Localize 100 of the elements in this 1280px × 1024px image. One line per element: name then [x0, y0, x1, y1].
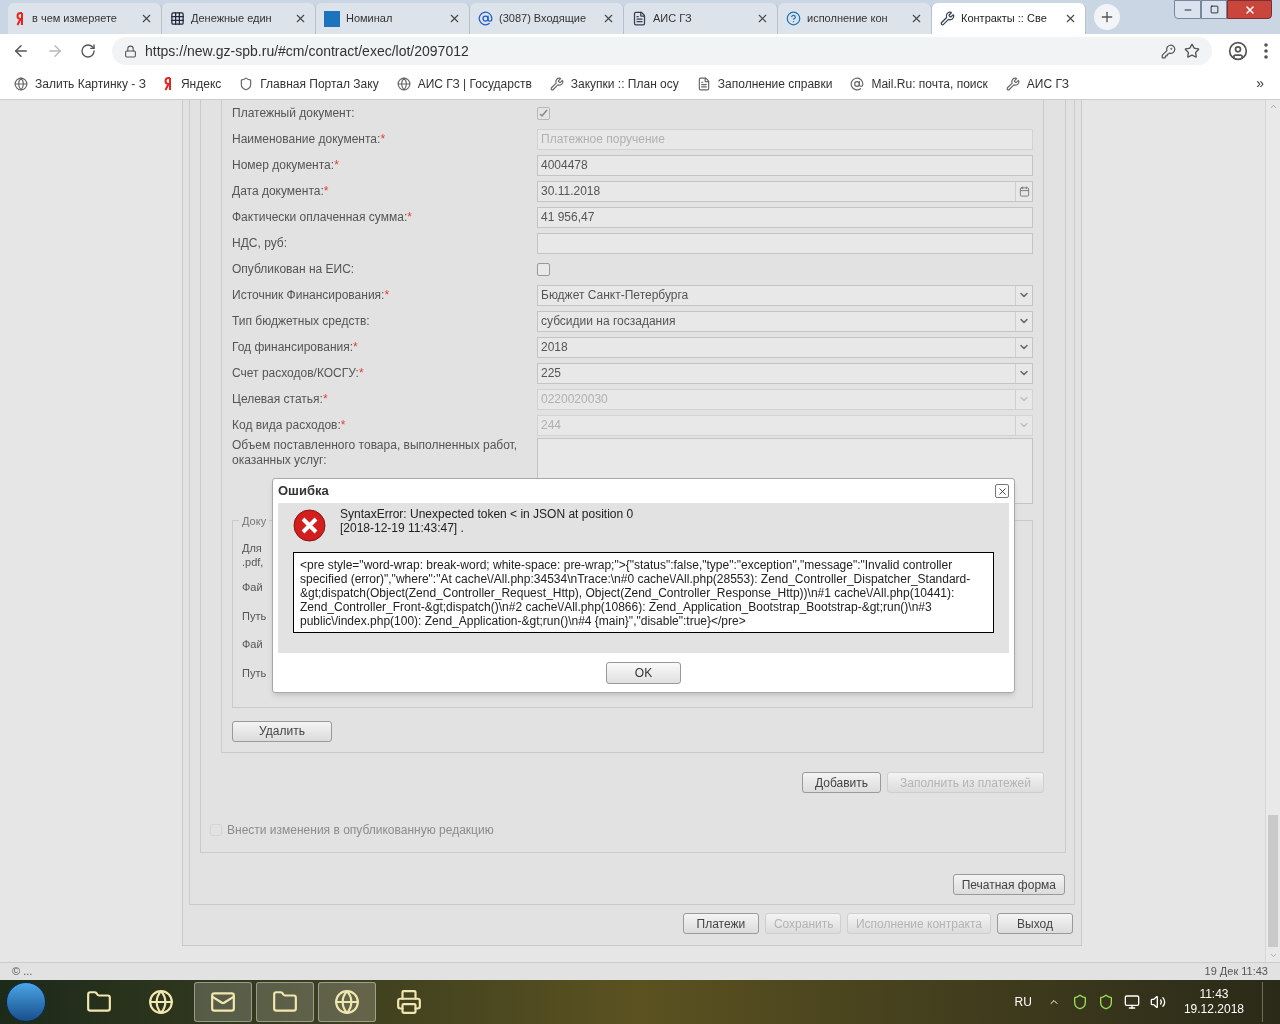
start-button[interactable]: [6, 982, 46, 1022]
dropdown-field[interactable]: Бюджет Санкт-Петербурга: [537, 284, 1033, 306]
close-icon: [1243, 3, 1256, 16]
bookmark-link[interactable]: Mail.Ru: почта, поиск: [850, 74, 988, 93]
new-tab-button[interactable]: [1094, 4, 1120, 30]
required-mark: *: [334, 157, 339, 172]
required-mark: *: [340, 417, 346, 432]
close-button[interactable]: [1227, 0, 1272, 19]
browser-tab[interactable]: исполнение кон: [778, 3, 932, 34]
browser-tab[interactable]: в чем измеряете: [8, 3, 162, 34]
wrench-icon: [1005, 76, 1020, 91]
bookmark-link[interactable]: Яндекс: [163, 74, 222, 93]
taskbar-app-button[interactable]: [318, 982, 376, 1022]
close-icon: [294, 12, 307, 25]
bookmark-link[interactable]: Закупки :: План осу: [549, 74, 679, 93]
button[interactable]: Удалить: [232, 720, 332, 742]
browser-tab[interactable]: Контракты :: Све: [932, 3, 1086, 34]
question-icon: [786, 11, 801, 26]
tab-title: АИС ГЗ: [653, 11, 693, 27]
button[interactable]: Добавить: [801, 772, 881, 793]
minimize-button[interactable]: [1174, 0, 1201, 19]
bookmark-link[interactable]: Главная Портал Заку: [239, 74, 379, 93]
error-icon: [293, 509, 326, 542]
ok-button[interactable]: OK: [606, 662, 681, 684]
field-label: Наименование документа:: [232, 131, 381, 146]
date-field[interactable]: 30.11.2018: [537, 180, 1033, 202]
field-label: Год финансирования:: [232, 339, 354, 354]
close-icon: [910, 12, 923, 25]
tab-title: Контракты :: Све: [961, 11, 1048, 27]
input-field[interactable]: [537, 232, 1033, 254]
scroll-up-icon: [1268, 102, 1278, 111]
at-sign-icon: [478, 11, 493, 26]
globe-icon: [14, 76, 28, 91]
shield-icon: [239, 76, 254, 91]
taskbar-app-button[interactable]: [194, 982, 252, 1022]
error-message: [2018-12-19 11:43:47] .: [340, 521, 465, 535]
dropdown-field[interactable]: 225: [537, 362, 1033, 384]
globe-icon: [334, 989, 360, 1015]
scroll-thumb[interactable]: [1268, 815, 1278, 947]
hint-text: .pdf,: [242, 555, 264, 569]
maximize-button[interactable]: [1201, 0, 1227, 19]
shield-icon: [1097, 994, 1114, 1010]
error-message: SyntaxError: Unexpected token < in JSON at position 0: [340, 507, 634, 521]
field-label: Фай: [242, 580, 263, 595]
field-label: Фай: [242, 637, 263, 652]
button[interactable]: Платежи: [682, 913, 759, 934]
browser-tab[interactable]: Номинал: [316, 3, 470, 34]
menu-icon: [1264, 43, 1268, 59]
input-field[interactable]: 41 956,47: [537, 206, 1033, 228]
printer-icon: [396, 989, 422, 1015]
close-button[interactable]: [995, 484, 1009, 498]
network-icon: [1123, 994, 1140, 1010]
bookmark-link[interactable]: АИС ГЗ: [1005, 74, 1069, 93]
bookmark-link[interactable]: Залить Картинку - З: [14, 74, 146, 93]
lock-icon: [124, 44, 137, 58]
field-label: Платежный документ:: [232, 105, 355, 120]
browser-tab[interactable]: Денежные един: [162, 3, 316, 34]
key-icon: [1161, 43, 1176, 59]
more-bookmarks-button[interactable]: »: [1256, 73, 1264, 94]
checkbox[interactable]: [537, 262, 550, 276]
close-icon: [996, 485, 1008, 497]
error-details: <pre style="word-wrap: break-word; white-space: pre-wrap;">{"status":false,"type":"exception","message":"Invalid controller specified (error)","where":"At cache\/All.php:34534\nTrace:\n#0 cache\/All.php(28553): Zend_Controller_Dispatcher_Standard-&gt;dispatch(Object(Zend_Controller_Request_Http), Object(Zend_Controller_Response_Http))\n#1 cache\/All.php(10441): Zend_Controller_Front-&gt;dispatch()\n#2 cache\/All.php(10866): Zend_Application_Bootstrap_Bootstrap-&gt;run()\n#3 public\/index.php(100): Zend_Application-&gt;run()\n#4 {main}","disable":true}</pre>: [293, 552, 994, 633]
checkmark-icon: [539, 108, 548, 118]
field-label: Объем поставленного товара, выполненных работ, оказанных услуг:: [232, 438, 518, 467]
required-mark: *: [322, 391, 328, 406]
folder-icon: [272, 989, 298, 1015]
calendar-icon: [1018, 185, 1030, 197]
maximize-icon: [1209, 5, 1219, 14]
dialog-title: Ошибка: [278, 482, 329, 501]
dropdown-field[interactable]: 2018: [537, 336, 1033, 358]
close-icon: [140, 12, 153, 25]
clock-time: 11:43: [1199, 987, 1229, 1002]
wrench-icon: [940, 11, 955, 26]
browser-tab[interactable]: АИС ГЗ: [624, 3, 778, 34]
tab-title: (3087) Входящие: [499, 11, 587, 27]
input-field[interactable]: 4004478: [537, 154, 1033, 176]
shield-icon: [1071, 994, 1088, 1010]
close-icon: [448, 12, 461, 25]
field-label: Путь: [242, 608, 267, 624]
volume-icon: [1149, 994, 1166, 1010]
letter-icon: [163, 76, 174, 91]
close-icon: [602, 12, 615, 25]
browser-tab[interactable]: (3087) Входящие: [470, 3, 624, 34]
button[interactable]: Печатная форма: [952, 874, 1065, 895]
language-indicator[interactable]: RU: [1014, 993, 1032, 1011]
field-label: Фактически оплаченная сумма:: [232, 209, 408, 224]
field-label: Код вида расходов:: [232, 417, 341, 432]
checkbox-label: Внести изменения в опубликованную редакцию: [227, 822, 494, 839]
required-mark: *: [380, 131, 386, 146]
button[interactable]: Выход: [997, 913, 1073, 934]
dropdown-field[interactable]: субсидии на госзадания: [537, 310, 1033, 332]
hint-text: Для: [242, 541, 262, 555]
bookmark-link[interactable]: Заполнение справки: [696, 74, 833, 93]
taskbar-app-button[interactable]: [256, 982, 314, 1022]
status-text: © ...: [12, 964, 33, 980]
address-bar[interactable]: https://new.gz-spb.ru/#cm/contract/exec/lot/2097012: [112, 37, 1212, 65]
globe-icon: [148, 989, 174, 1015]
scrollbar[interactable]: [1265, 100, 1280, 962]
field-label: Путь: [242, 665, 267, 681]
bookmark-link[interactable]: АИС ГЗ | Государств: [396, 74, 532, 93]
